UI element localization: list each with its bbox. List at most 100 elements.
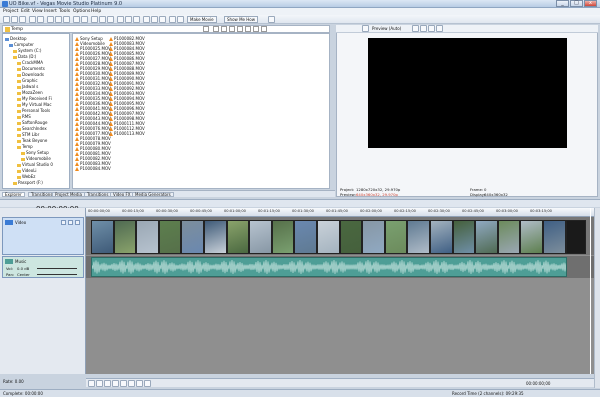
tree-item[interactable]: VideoLi: [17, 168, 37, 173]
video-clip-thumbnail[interactable]: [91, 220, 114, 254]
video-clip-thumbnail[interactable]: [158, 220, 182, 254]
tree-item[interactable]: Teak Beyone: [17, 138, 47, 143]
tree-item[interactable]: My Virtual Mac: [17, 102, 52, 107]
tab-media-generators[interactable]: Media Generators: [132, 192, 174, 197]
video-clip-thumbnail[interactable]: [384, 220, 408, 254]
stop-icon-transport[interactable]: [128, 380, 135, 387]
tree-item[interactable]: Virtual Studio 0: [17, 162, 53, 167]
tree-item[interactable]: MozaZeen: [17, 90, 43, 95]
loop-icon[interactable]: [96, 380, 103, 387]
mute-icon[interactable]: [61, 220, 66, 225]
close-button[interactable]: x: [584, 0, 597, 7]
menu-help[interactable]: Help: [91, 9, 101, 14]
video-clip-thumbnail[interactable]: [520, 220, 543, 254]
copy-snapshot-icon[interactable]: [428, 25, 435, 32]
preview-quality[interactable]: Preview (Auto): [372, 26, 401, 31]
minimize-button[interactable]: _: [556, 0, 569, 7]
record-icon[interactable]: [88, 380, 95, 387]
stop-icon[interactable]: [245, 26, 251, 32]
tree-item[interactable]: WebEz: [17, 174, 35, 179]
menu-options[interactable]: Options: [73, 9, 90, 14]
tree-item[interactable]: RMS: [17, 114, 31, 119]
render-icon[interactable]: [29, 16, 36, 23]
select-tool-icon[interactable]: [143, 16, 150, 23]
pause-icon[interactable]: [120, 380, 127, 387]
properties-icon[interactable]: [37, 16, 44, 23]
show-me-how-button[interactable]: Show Me How: [224, 16, 258, 23]
tab-project-media[interactable]: Project Media: [52, 192, 85, 197]
tree-item[interactable]: Data (D:): [13, 54, 36, 59]
tree-item[interactable]: Documents: [17, 66, 45, 71]
tree-item[interactable]: System (C:): [13, 48, 41, 53]
zoom-tool-icon[interactable]: [159, 16, 166, 23]
video-clip-thumbnail[interactable]: [294, 220, 317, 254]
go-to-start-icon[interactable]: [136, 380, 143, 387]
split-icon[interactable]: [91, 16, 98, 23]
open-icon[interactable]: [11, 16, 18, 23]
time-ruler[interactable]: 00:00:00;00 00:00:15;00 00:00:30;00 00:00:4…: [86, 208, 594, 217]
tree-item[interactable]: Downloads: [17, 72, 44, 77]
file-list[interactable]: Sony Setup Videomobile P1000025.MOV P100002…: [72, 33, 330, 189]
play-icon[interactable]: [112, 380, 119, 387]
video-clip-thumbnail[interactable]: [430, 220, 453, 254]
new-icon[interactable]: [3, 16, 10, 23]
maximize-button[interactable]: □: [570, 0, 583, 7]
video-clip-thumbnail[interactable]: [136, 220, 159, 254]
tab-explorer[interactable]: Explorer: [2, 192, 25, 197]
marker-icon[interactable]: [169, 16, 176, 23]
video-track-header[interactable]: Video: [2, 217, 84, 255]
tree-item[interactable]: Videomobile: [21, 156, 51, 161]
play-from-start-icon[interactable]: [104, 380, 111, 387]
save-snapshot-icon[interactable]: [436, 25, 443, 32]
preview-play-icon[interactable]: [237, 26, 243, 32]
video-clip-thumbnail[interactable]: [317, 220, 340, 254]
tree-item[interactable]: Personal Tools: [17, 108, 50, 113]
folder-tree[interactable]: Desktop Computer System (C:) Data (D:) Crack…: [2, 33, 70, 189]
video-clip-thumbnail[interactable]: [452, 220, 476, 254]
tree-item[interactable]: Jadwal s: [17, 84, 38, 89]
lock-icon[interactable]: [133, 16, 140, 23]
dropdown-icon[interactable]: [203, 26, 209, 32]
delete-icon[interactable]: [229, 26, 235, 32]
file-item[interactable]: P1000113.MOV: [109, 131, 145, 136]
undo-icon[interactable]: [73, 16, 80, 23]
snap-icon[interactable]: [117, 16, 124, 23]
video-clip-thumbnail[interactable]: [204, 220, 227, 254]
cut-icon[interactable]: [47, 16, 54, 23]
tree-item[interactable]: CrackMMA: [17, 60, 43, 65]
vol-slider[interactable]: [37, 268, 77, 269]
menu-view[interactable]: View: [32, 9, 43, 14]
redo-icon[interactable]: [81, 16, 88, 23]
split-screen-icon[interactable]: [412, 25, 419, 32]
auto-preview-icon[interactable]: [253, 26, 259, 32]
up-folder-icon[interactable]: [213, 26, 219, 32]
video-clip-thumbnail[interactable]: [543, 220, 566, 254]
playhead-cursor[interactable]: [590, 208, 591, 374]
tree-item[interactable]: Passport (F:): [13, 180, 43, 185]
refresh-icon[interactable]: [221, 26, 227, 32]
views-icon[interactable]: [261, 26, 267, 32]
video-clip-thumbnail[interactable]: [339, 220, 363, 254]
envelope-tool-icon[interactable]: [151, 16, 158, 23]
ripple-icon[interactable]: [107, 16, 114, 23]
make-movie-button[interactable]: Make Movie: [187, 16, 217, 23]
tree-item[interactable]: My Received Fi: [17, 96, 52, 101]
track-fx-icon[interactable]: [75, 220, 80, 225]
auto-crossfade-icon[interactable]: [125, 16, 132, 23]
tree-item[interactable]: Desktop: [5, 36, 27, 41]
go-to-end-icon[interactable]: [144, 380, 151, 387]
copy-icon[interactable]: [55, 16, 62, 23]
tree-item[interactable]: Sony Setup: [21, 150, 49, 155]
video-clip-thumbnail[interactable]: [249, 220, 272, 254]
tree-item[interactable]: SearchIndex: [17, 126, 47, 131]
video-clip-thumbnail[interactable]: [475, 220, 498, 254]
tab-video-fx[interactable]: Video FX: [110, 192, 134, 197]
video-clip-thumbnail[interactable]: [271, 220, 295, 254]
video-clip-end[interactable]: [566, 220, 586, 254]
tree-item[interactable]: STM Libr: [17, 132, 39, 137]
video-clip-thumbnail[interactable]: [226, 220, 250, 254]
file-item[interactable]: P1000084.MOV: [75, 166, 111, 171]
tree-item[interactable]: Graphic: [17, 78, 38, 83]
tree-item[interactable]: Computer: [9, 42, 34, 47]
timeline-scrollbar[interactable]: [594, 208, 600, 388]
